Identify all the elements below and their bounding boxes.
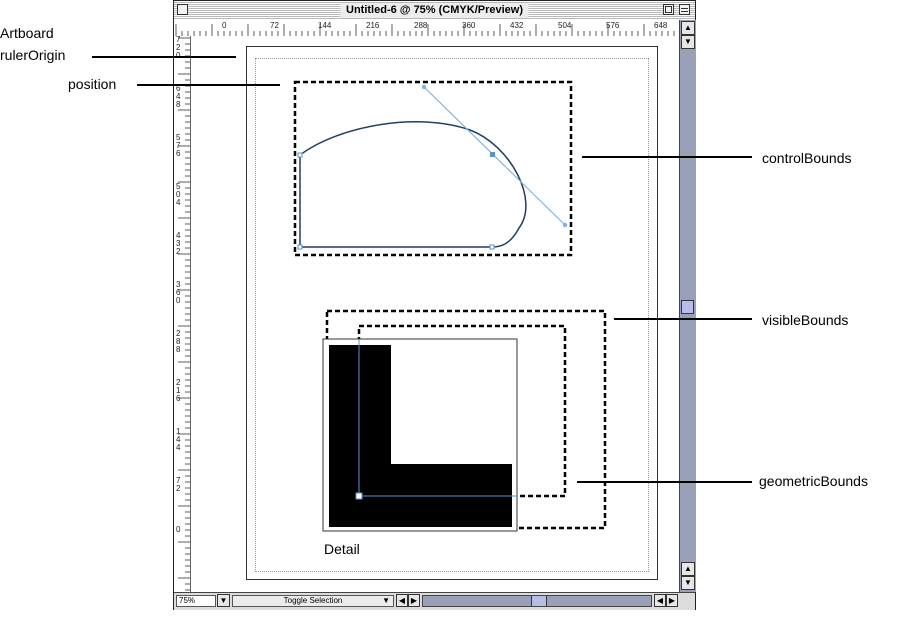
direction-point[interactable] bbox=[562, 222, 568, 228]
corner-anchor-point[interactable] bbox=[355, 492, 363, 500]
annotation-control-bounds: controlBounds bbox=[762, 150, 852, 166]
direction-point[interactable] bbox=[421, 84, 427, 90]
control-bounds-box bbox=[293, 80, 573, 257]
annotation-visible-bounds: visibleBounds bbox=[762, 312, 849, 328]
annotation-ruler-origin: rulerOrigin bbox=[0, 47, 66, 63]
annotation-position: position bbox=[68, 76, 117, 92]
annotation-geometric-bounds: geometricBounds bbox=[759, 473, 868, 489]
detail-label: Detail bbox=[324, 541, 360, 557]
anchor-point[interactable] bbox=[297, 244, 303, 250]
anchor-point[interactable] bbox=[490, 152, 495, 157]
anchor-point[interactable] bbox=[489, 244, 495, 250]
anchor-point[interactable] bbox=[297, 152, 303, 158]
annotation-artboard: Artboard bbox=[0, 25, 54, 41]
selected-bezier-path[interactable] bbox=[299, 121, 527, 248]
